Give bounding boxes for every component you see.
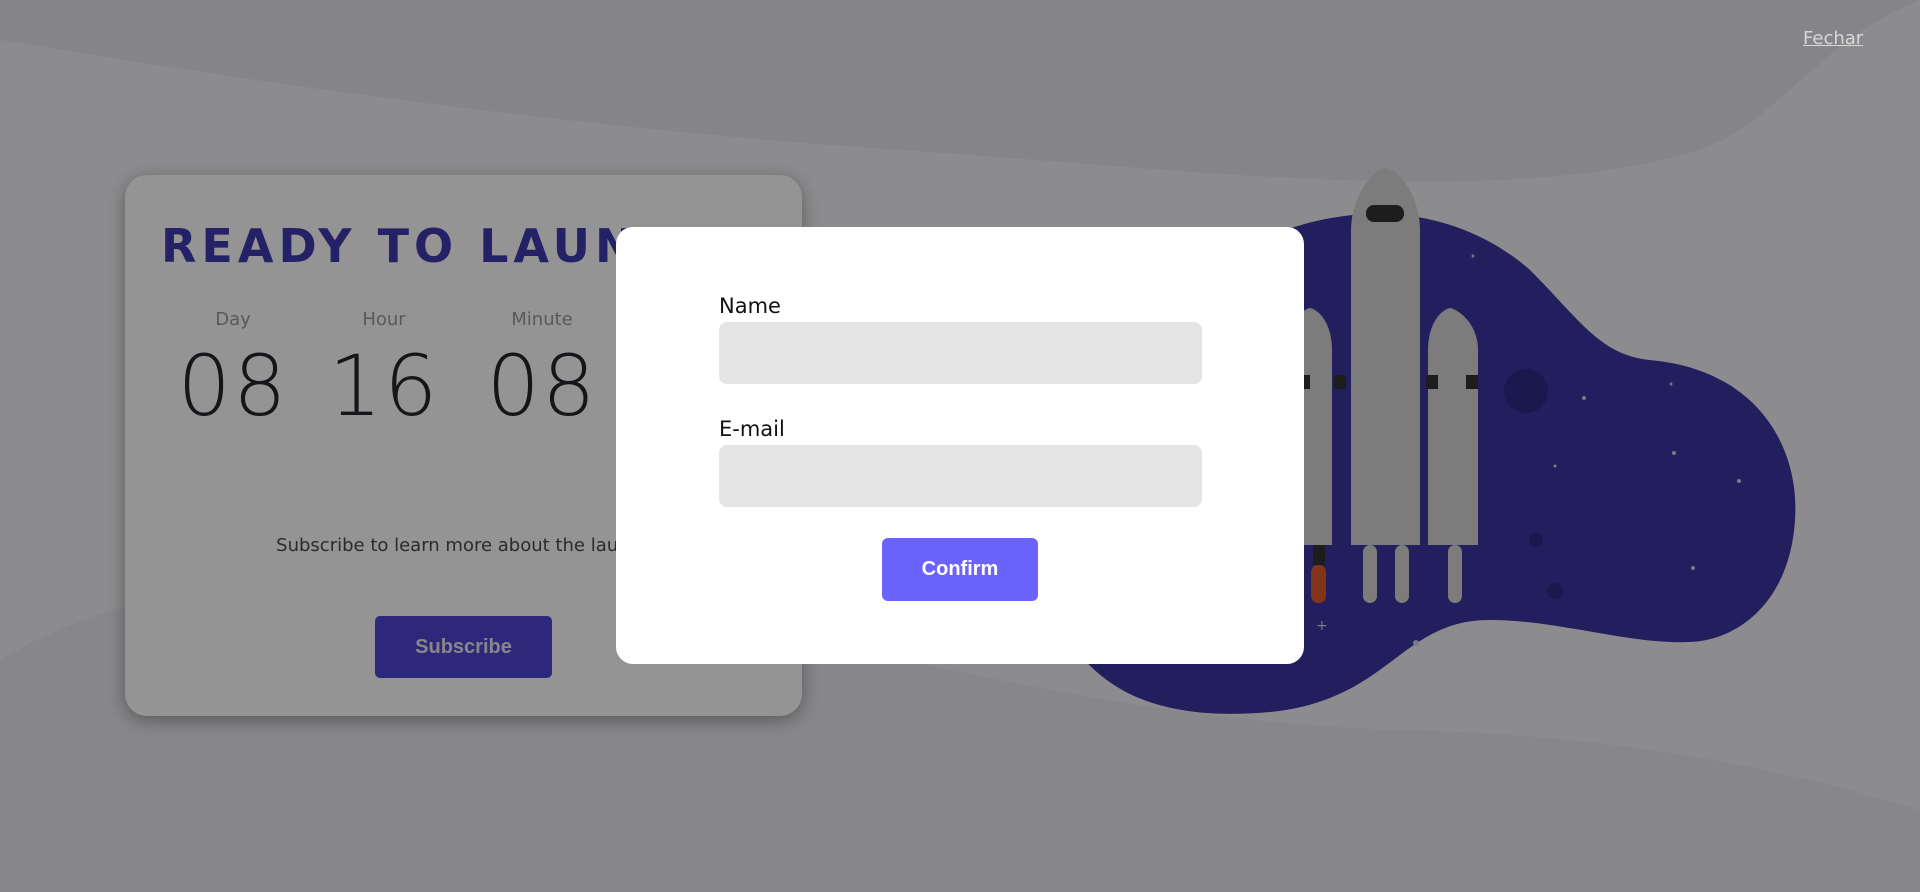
name-input[interactable]	[719, 322, 1202, 384]
close-link[interactable]: Fechar	[1803, 28, 1863, 49]
email-input[interactable]	[719, 445, 1202, 507]
confirm-button[interactable]: Confirm	[882, 538, 1038, 601]
email-label: E-mail	[719, 417, 785, 441]
name-label: Name	[719, 294, 781, 318]
subscribe-modal: Name E-mail Confirm	[616, 227, 1304, 664]
